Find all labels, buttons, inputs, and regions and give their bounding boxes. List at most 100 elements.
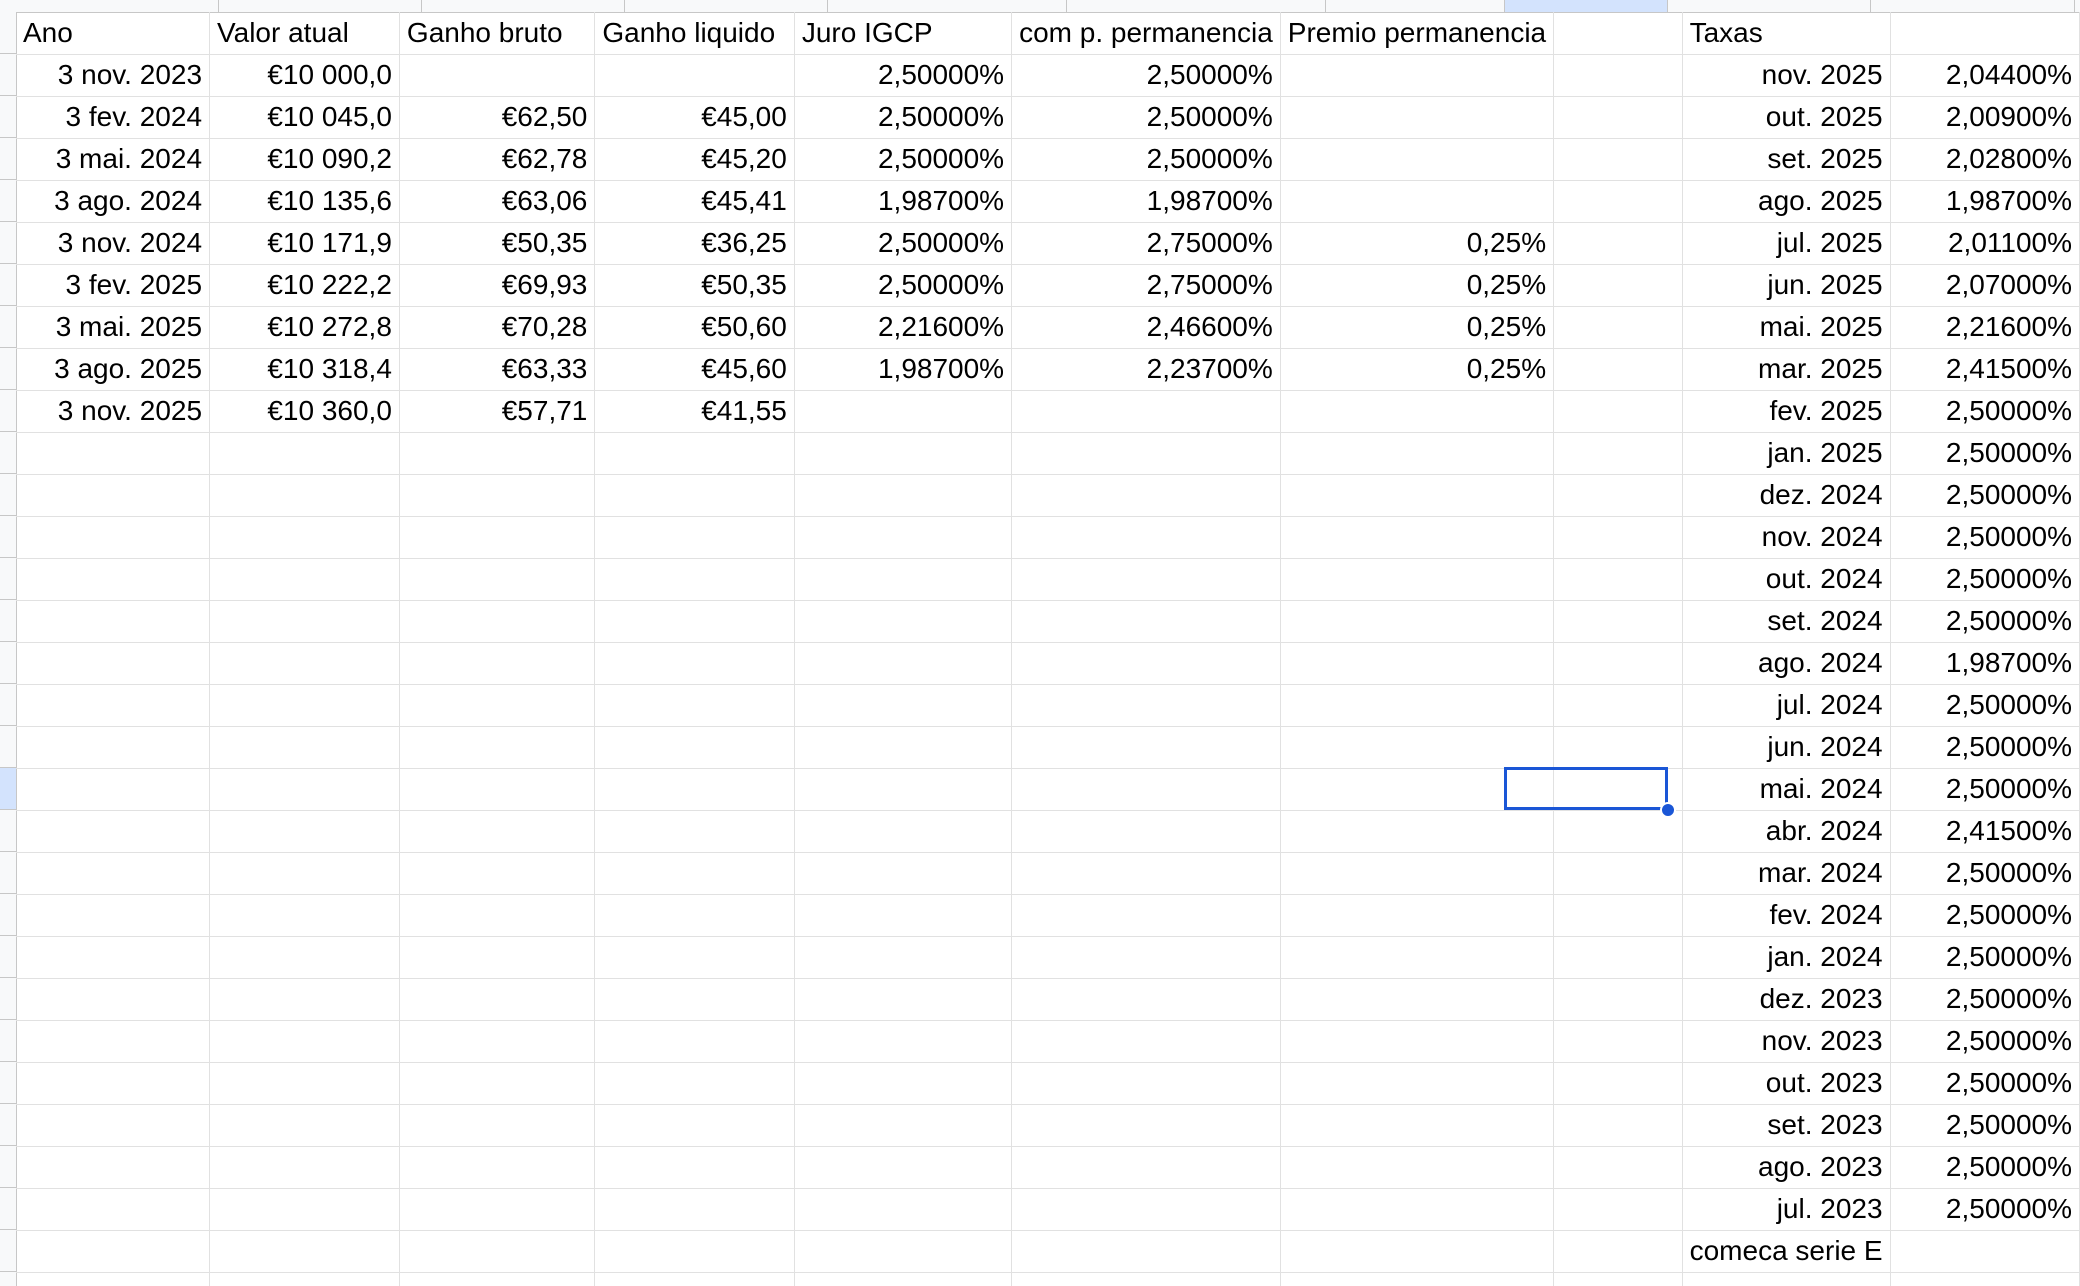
cell-r6-c8[interactable]	[1553, 222, 1683, 265]
cell-r9-c1[interactable]: 3 ago. 2025	[16, 348, 211, 391]
cell-r24-c3[interactable]	[399, 978, 596, 1021]
cell-r26-c3[interactable]	[399, 1062, 596, 1105]
header-cell-r1-c5[interactable]: Juro IGCP	[794, 12, 1013, 55]
cell-r18-c1[interactable]	[16, 726, 211, 769]
cell-r16-c7[interactable]	[1280, 642, 1555, 685]
cell-r17-c5[interactable]	[794, 684, 1013, 727]
cell-r20-c10[interactable]: 2,41500%	[1890, 810, 2080, 853]
cell-r5-c4[interactable]: €45,41	[594, 180, 795, 223]
row-header-4[interactable]	[0, 138, 16, 180]
cell-r21-c7[interactable]	[1280, 852, 1555, 895]
cell-r21-c5[interactable]	[794, 852, 1013, 895]
cell-r8-c4[interactable]: €50,60	[594, 306, 795, 349]
cell-r30-c9[interactable]: comeca serie E	[1682, 1230, 1891, 1273]
cell-r12-c8[interactable]	[1553, 474, 1683, 517]
cell-r9-c9[interactable]: mar. 2025	[1682, 348, 1891, 391]
cell-r24-c1[interactable]	[16, 978, 211, 1021]
cell-r26-c6[interactable]	[1011, 1062, 1281, 1105]
column-header-6[interactable]	[1067, 0, 1326, 12]
cell-r16-c4[interactable]	[594, 642, 795, 685]
row-header-2[interactable]	[0, 54, 16, 96]
cell-r22-c10[interactable]: 2,50000%	[1890, 894, 2080, 937]
cell-r11-c6[interactable]	[1011, 432, 1281, 475]
cell-r18-c7[interactable]	[1280, 726, 1555, 769]
cell-r7-c2[interactable]: €10 222,2	[209, 264, 400, 307]
cell-r12-c10[interactable]: 2,50000%	[1890, 474, 2080, 517]
cell-r29-c2[interactable]	[209, 1188, 400, 1231]
cell-r14-c10[interactable]: 2,50000%	[1890, 558, 2080, 601]
cell-r22-c7[interactable]	[1280, 894, 1555, 937]
cell-r6-c10[interactable]: 2,01100%	[1890, 222, 2080, 265]
row-header-21[interactable]	[0, 852, 16, 894]
cell-r8-c2[interactable]: €10 272,8	[209, 306, 400, 349]
cell-r26-c10[interactable]: 2,50000%	[1890, 1062, 2080, 1105]
cell-r13-c8[interactable]	[1553, 516, 1683, 559]
cell-r22-c8[interactable]	[1553, 894, 1683, 937]
cell-r27-c7[interactable]	[1280, 1104, 1555, 1147]
row-header-20[interactable]	[0, 810, 16, 852]
cell-r11-c9[interactable]: jan. 2025	[1682, 432, 1891, 475]
cell-r7-c10[interactable]: 2,07000%	[1890, 264, 2080, 307]
cell-r12-c1[interactable]	[16, 474, 211, 517]
cell-r5-c1[interactable]: 3 ago. 2024	[16, 180, 211, 223]
column-header-7[interactable]	[1326, 0, 1505, 12]
cell-r17-c3[interactable]	[399, 684, 596, 727]
cell-r8-c6[interactable]: 2,46600%	[1011, 306, 1281, 349]
cell-r21-c8[interactable]	[1553, 852, 1683, 895]
row-header-13[interactable]	[0, 516, 16, 558]
cell-r15-c5[interactable]	[794, 600, 1013, 643]
cell-r24-c4[interactable]	[594, 978, 795, 1021]
column-header-1[interactable]	[16, 0, 219, 12]
cell-r12-c3[interactable]	[399, 474, 596, 517]
cell-r25-c8[interactable]	[1553, 1020, 1683, 1063]
cell-r5-c8[interactable]	[1553, 180, 1683, 223]
cell-r31-c7[interactable]	[1280, 1272, 1555, 1286]
cell-r25-c10[interactable]: 2,50000%	[1890, 1020, 2080, 1063]
cell-r2-c3[interactable]	[399, 54, 596, 97]
cell-r10-c10[interactable]: 2,50000%	[1890, 390, 2080, 433]
row-header-30[interactable]	[0, 1230, 16, 1272]
cell-r13-c2[interactable]	[209, 516, 400, 559]
row-header-26[interactable]	[0, 1062, 16, 1104]
row-header-11[interactable]	[0, 432, 16, 474]
cell-r28-c4[interactable]	[594, 1146, 795, 1189]
cell-r24-c7[interactable]	[1280, 978, 1555, 1021]
cell-r2-c7[interactable]	[1280, 54, 1555, 97]
cell-r5-c7[interactable]	[1280, 180, 1555, 223]
cell-r31-c3[interactable]	[399, 1272, 596, 1286]
cell-r8-c7[interactable]: 0,25%	[1280, 306, 1555, 349]
cell-r27-c3[interactable]	[399, 1104, 596, 1147]
cell-r13-c4[interactable]	[594, 516, 795, 559]
cell-r5-c10[interactable]: 1,98700%	[1890, 180, 2080, 223]
header-cell-r1-c3[interactable]: Ganho bruto	[399, 12, 596, 55]
cell-r10-c9[interactable]: fev. 2025	[1682, 390, 1891, 433]
cell-r25-c5[interactable]	[794, 1020, 1013, 1063]
cell-r10-c7[interactable]	[1280, 390, 1555, 433]
cell-r14-c2[interactable]	[209, 558, 400, 601]
cell-r28-c3[interactable]	[399, 1146, 596, 1189]
row-header-25[interactable]	[0, 1020, 16, 1062]
cell-r25-c4[interactable]	[594, 1020, 795, 1063]
cell-r26-c1[interactable]	[16, 1062, 211, 1105]
row-header-28[interactable]	[0, 1146, 16, 1188]
cell-r21-c4[interactable]	[594, 852, 795, 895]
header-cell-r1-c6[interactable]: com p. permanencia	[1011, 12, 1281, 55]
cell-r20-c7[interactable]	[1280, 810, 1555, 853]
cell-r9-c10[interactable]: 2,41500%	[1890, 348, 2080, 391]
row-header-31[interactable]	[0, 1272, 16, 1286]
cell-r15-c6[interactable]	[1011, 600, 1281, 643]
cell-r27-c6[interactable]	[1011, 1104, 1281, 1147]
cell-r23-c1[interactable]	[16, 936, 211, 979]
cell-r12-c9[interactable]: dez. 2024	[1682, 474, 1891, 517]
cell-r4-c8[interactable]	[1553, 138, 1683, 181]
cell-r6-c3[interactable]: €50,35	[399, 222, 596, 265]
cell-r18-c8[interactable]	[1553, 726, 1683, 769]
cell-r24-c10[interactable]: 2,50000%	[1890, 978, 2080, 1021]
cell-r21-c3[interactable]	[399, 852, 596, 895]
cell-r8-c5[interactable]: 2,21600%	[794, 306, 1013, 349]
cell-r31-c2[interactable]	[209, 1272, 400, 1286]
cell-r9-c4[interactable]: €45,60	[594, 348, 795, 391]
cell-r21-c1[interactable]	[16, 852, 211, 895]
cell-r3-c10[interactable]: 2,00900%	[1890, 96, 2080, 139]
cell-r11-c8[interactable]	[1553, 432, 1683, 475]
